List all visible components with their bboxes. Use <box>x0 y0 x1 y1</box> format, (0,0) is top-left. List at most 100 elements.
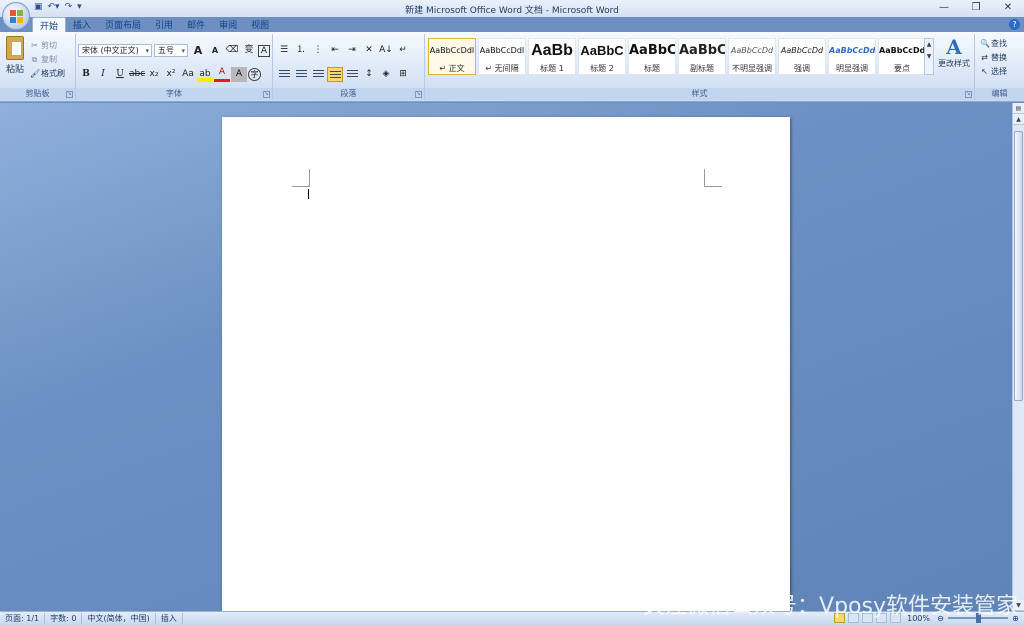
format-painter-button[interactable]: 🖌 格式刷 <box>30 66 65 80</box>
style-emphasis[interactable]: AaBbCcDd 强调 <box>778 38 826 75</box>
enclose-chars-button[interactable]: 字 <box>248 68 261 81</box>
cut-button[interactable]: ✂ 剪切 <box>30 38 65 52</box>
show-marks-button[interactable]: ↵ <box>395 43 411 58</box>
style-subtle-emphasis[interactable]: AaBbCcDd 不明显强调 <box>728 38 776 75</box>
change-styles-icon: A <box>946 35 962 59</box>
status-word-count[interactable]: 字数: 0 <box>45 613 83 624</box>
clear-format-icon[interactable]: ⌫ <box>224 43 240 58</box>
restore-icon[interactable]: ❐ <box>960 0 992 17</box>
style-intense-emphasis[interactable]: AaBbCcDd 明显强调 <box>828 38 876 75</box>
style-name: ↵ 正文 <box>439 64 465 73</box>
vertical-scrollbar[interactable]: ▤ ▲ ▼ <box>1012 103 1024 611</box>
tab-review[interactable]: 审阅 <box>212 17 244 32</box>
clipboard-launcher-icon[interactable]: ↘ <box>66 91 73 98</box>
bullets-icon[interactable]: ☰ <box>276 43 292 58</box>
style-sample: AaBbCcDd <box>829 46 876 55</box>
status-language[interactable]: 中文(简体，中国) <box>82 613 156 624</box>
select-button[interactable]: ↖ 选择 <box>980 64 1007 78</box>
align-right-icon[interactable] <box>310 67 326 82</box>
grow-font-button[interactable]: A <box>190 43 206 58</box>
strikethrough-button[interactable]: abc <box>129 67 145 82</box>
font-name-combo[interactable]: 宋体 (中文正文) <box>78 44 152 57</box>
tab-home[interactable]: 开始 <box>32 17 67 32</box>
change-styles-button[interactable]: A 更改样式 <box>936 36 972 69</box>
distributed-icon[interactable] <box>344 67 360 82</box>
tab-insert[interactable]: 插入 <box>66 17 98 32</box>
clipboard-group: 粘贴 ✂ 剪切 ⧉ 复制 🖌 格式刷 剪贴板 ↘ <box>0 34 76 100</box>
font-row-1: A A ⌫ 变 A <box>190 43 270 58</box>
style-no-spacing[interactable]: AaBbCcDdI ↵ 无间隔 <box>478 38 526 75</box>
increase-indent-icon[interactable]: ⇥ <box>344 43 360 58</box>
help-icon[interactable]: ? <box>1009 19 1020 30</box>
font-launcher-icon[interactable]: ↘ <box>263 91 270 98</box>
close-icon[interactable]: ✕ <box>992 0 1024 17</box>
paragraph-group-label: 段落 <box>273 88 424 100</box>
status-insert-mode[interactable]: 插入 <box>156 613 183 624</box>
tab-references[interactable]: 引用 <box>148 17 180 32</box>
find-button[interactable]: 🔍 查找 <box>980 36 1007 50</box>
tab-mailings[interactable]: 邮件 <box>180 17 212 32</box>
font-row-2: B I U abc x₂ x² Aa ab A A 字 <box>78 67 261 82</box>
shrink-font-button[interactable]: A <box>207 43 223 58</box>
copy-button[interactable]: ⧉ 复制 <box>30 52 65 66</box>
font-color-button[interactable]: A <box>214 67 230 82</box>
chinese-layout-icon[interactable]: ✕ <box>361 43 377 58</box>
ribbon: 粘贴 ✂剪切 ⧉复制 🖌格式刷 剪贴板 ↘ 宋体 (中文正文) 五号 A A ⌫… <box>0 32 1024 102</box>
sort-button[interactable]: A↓ <box>378 43 394 58</box>
style-sample: AaBbCcDd <box>879 46 926 55</box>
office-logo-icon <box>10 10 24 24</box>
subscript-button[interactable]: x₂ <box>146 67 162 82</box>
style-name: 副标题 <box>690 64 714 73</box>
brush-icon: 🖌 <box>30 68 41 78</box>
style-heading-2[interactable]: AaBbC 标题 2 <box>578 38 626 75</box>
margin-corner-top-right <box>704 169 722 187</box>
replace-button[interactable]: ⇄ 替换 <box>980 50 1007 64</box>
change-case-button[interactable]: Aa <box>180 67 196 82</box>
style-subtitle[interactable]: AaBbC 副标题 <box>678 38 726 75</box>
styles-launcher-icon[interactable]: ↘ <box>965 91 972 98</box>
office-button[interactable] <box>2 2 30 30</box>
minimize-icon[interactable]: — <box>928 0 960 17</box>
highlight-button[interactable]: ab <box>197 67 213 82</box>
paste-button[interactable]: 粘贴 <box>4 36 26 80</box>
paragraph-row-2: ↕ ◈ ⊞ <box>276 67 411 82</box>
style-normal[interactable]: AaBbCcDdI ↵ 正文 <box>428 38 476 75</box>
align-center-icon[interactable] <box>293 67 309 82</box>
align-left-icon[interactable] <box>276 67 292 82</box>
justify-icon[interactable] <box>327 67 343 82</box>
style-sample: AaBb <box>531 42 573 59</box>
numbering-icon[interactable]: ⒈ <box>293 43 309 58</box>
paragraph-launcher-icon[interactable]: ↘ <box>415 91 422 98</box>
style-name: 标题 1 <box>540 64 564 73</box>
style-heading-1[interactable]: AaBb 标题 1 <box>528 38 576 75</box>
document-workspace <box>0 103 1012 611</box>
tab-view[interactable]: 视图 <box>244 17 276 32</box>
decrease-indent-icon[interactable]: ⇤ <box>327 43 343 58</box>
char-border-button[interactable]: A <box>258 44 270 57</box>
line-spacing-icon[interactable]: ↕ <box>361 67 377 82</box>
ruler-toggle-icon[interactable]: ▤ <box>1013 103 1024 114</box>
scroll-thumb[interactable] <box>1014 131 1023 401</box>
borders-icon[interactable]: ⊞ <box>395 67 411 82</box>
superscript-button[interactable]: x² <box>163 67 179 82</box>
char-shading-button[interactable]: A <box>231 67 247 82</box>
style-title[interactable]: AaBbC 标题 <box>628 38 676 75</box>
italic-button[interactable]: I <box>95 67 111 82</box>
multilevel-list-icon[interactable]: ⋮ <box>310 43 326 58</box>
status-page[interactable]: 页面: 1/1 <box>0 613 46 624</box>
paragraph-row-1: ☰ ⒈ ⋮ ⇤ ⇥ ✕ A↓ ↵ <box>276 43 411 58</box>
scroll-up-icon[interactable]: ▲ <box>1013 114 1024 125</box>
replace-label: 替换 <box>991 52 1007 62</box>
bold-button[interactable]: B <box>78 67 94 82</box>
underline-button[interactable]: U <box>112 67 128 82</box>
style-name: 明显强调 <box>836 64 868 73</box>
tab-page-layout[interactable]: 页面布局 <box>98 17 148 32</box>
styles-gallery-scroll[interactable]: ▲ ▼ <box>924 38 934 75</box>
window-title: 新建 Microsoft Office Word 文档 - Microsoft … <box>405 6 619 16</box>
style-strong[interactable]: AaBbCcDd 要点 <box>878 38 926 75</box>
shading-icon[interactable]: ◈ <box>378 67 394 82</box>
document-page[interactable] <box>222 117 790 611</box>
phonetic-guide-button[interactable]: 变 <box>241 43 257 58</box>
font-size-combo[interactable]: 五号 <box>154 44 188 57</box>
style-sample: AaBbCcDd <box>780 46 824 55</box>
